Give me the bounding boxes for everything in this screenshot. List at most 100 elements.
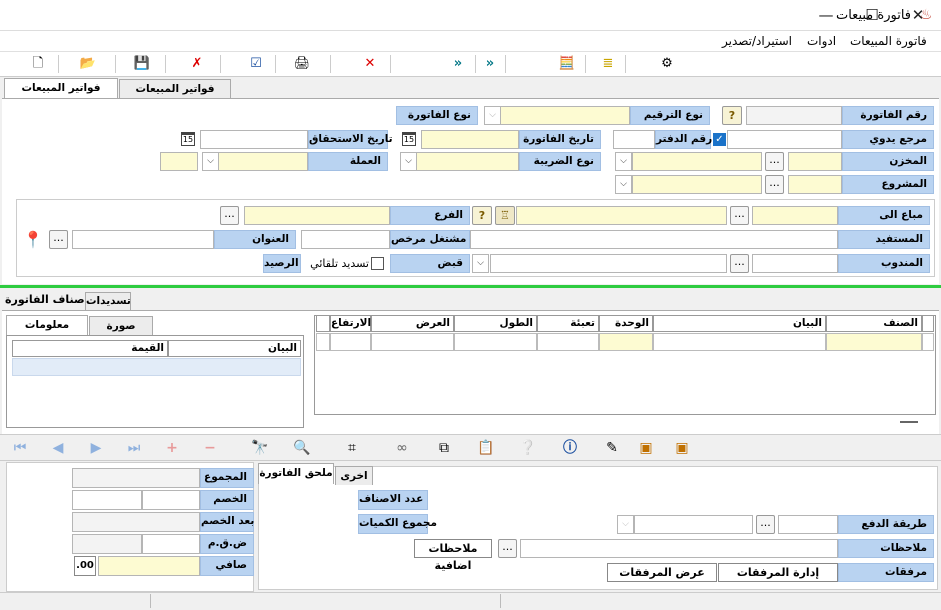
notes-field[interactable] — [520, 539, 838, 558]
sold-to-code-field[interactable] — [752, 206, 838, 225]
tab-invoice-items[interactable]: اصناف الفاتورة — [5, 293, 88, 306]
beneficiary-field[interactable] — [470, 230, 838, 249]
book-no-field[interactable] — [613, 130, 655, 149]
tab-invoice-attachment[interactable]: ملحق الفاتورة — [258, 463, 334, 484]
rep-dropdown-icon[interactable]: ⌵ — [472, 254, 489, 273]
approve-icon[interactable]: ☑ — [246, 54, 266, 74]
cell-unit-pack[interactable] — [537, 333, 599, 351]
side-row-selected[interactable] — [12, 358, 301, 376]
discount-percent-field[interactable] — [142, 490, 200, 510]
view-attachments-button[interactable]: عرض المرفقات — [607, 563, 717, 582]
cancel-icon[interactable]: ✕ — [360, 54, 380, 74]
tree-icon[interactable]: ⌗ — [342, 437, 362, 459]
licensed-operator-field[interactable] — [301, 230, 390, 249]
discount-amount-field[interactable] — [72, 490, 142, 510]
tab-new-invoices[interactable]: فواتير المبيعات الجديدة — [4, 78, 118, 112]
info-icon[interactable]: ⓘ — [560, 437, 580, 459]
manage-attachments-button[interactable]: إدارة المرفقات — [718, 563, 838, 582]
payment-method-name[interactable] — [634, 515, 753, 534]
close-button[interactable]: ✕ — [895, 0, 941, 31]
sold-to-lookup-button[interactable]: ... — [730, 206, 749, 225]
project-name-field[interactable] — [632, 175, 762, 194]
help-icon[interactable]: ? — [722, 106, 742, 125]
tax-type-dropdown-icon[interactable]: ⌵ — [400, 152, 417, 171]
customer-card-icon[interactable]: ♖ — [495, 206, 515, 225]
address-field[interactable] — [72, 230, 214, 249]
tab-payments[interactable]: تسديدات — [85, 292, 131, 310]
next-nav-icon[interactable]: ▶ — [86, 437, 106, 459]
payment-method-code[interactable] — [778, 515, 838, 534]
extra-notes-button[interactable]: ملاحظات اضافية — [414, 539, 492, 572]
address-lookup-button[interactable]: ... — [49, 230, 68, 249]
cell-item[interactable] — [826, 333, 922, 351]
delete-doc-icon[interactable]: ✗ — [187, 54, 207, 74]
tab-item-image[interactable]: صورة الصنف — [89, 316, 153, 350]
last-record-icon[interactable]: » — [448, 54, 468, 74]
save-icon[interactable]: 💾 — [132, 54, 152, 74]
cell-unit[interactable] — [599, 333, 653, 351]
tax-type-field[interactable] — [416, 152, 519, 171]
first-record-icon[interactable]: ⏮ — [10, 437, 30, 459]
rep-name-field[interactable] — [490, 254, 727, 273]
invoice-date-field[interactable] — [421, 130, 519, 149]
prev-record-icon[interactable]: ◀ — [48, 437, 68, 459]
menu-import-export[interactable]: استيراد/تصدير — [718, 31, 796, 51]
map-pin-icon[interactable]: 📍 — [22, 230, 44, 250]
row-indicator[interactable] — [922, 333, 934, 351]
link-icon[interactable]: ∞ — [392, 437, 412, 459]
last-nav-icon[interactable]: ⏭ — [124, 437, 144, 459]
customer-help-icon[interactable]: ? — [472, 206, 492, 225]
pen-icon[interactable]: ✎ — [602, 437, 622, 459]
notes-lookup-button[interactable]: ... — [498, 539, 517, 558]
payment-method-dropdown-icon[interactable]: ⌵ — [617, 515, 634, 534]
project-lookup-button[interactable]: ... — [765, 175, 784, 194]
paste-icon[interactable]: 📋 — [476, 437, 496, 459]
cell-gutter[interactable] — [316, 333, 330, 351]
branch-lookup-button[interactable]: ... — [220, 206, 239, 225]
settings-icon[interactable]: ⚙ — [657, 54, 677, 74]
numbering-type-field[interactable] — [500, 106, 630, 125]
store-lookup-button[interactable]: ... — [765, 152, 784, 171]
numbering-type-dropdown-icon[interactable]: ⌵ — [484, 106, 501, 125]
currency-field[interactable] — [218, 152, 308, 171]
maximize-button[interactable]: ☐ — [849, 0, 895, 31]
tab-quick-info[interactable]: معلومات سريعة — [6, 315, 88, 349]
query-icon[interactable]: ❔ — [518, 437, 538, 459]
manual-ref-field[interactable] — [727, 130, 842, 149]
vat-percent-field[interactable] — [142, 534, 200, 554]
copy-icon[interactable]: ⧉ — [434, 437, 454, 459]
binoculars-icon[interactable]: 🔭 — [250, 437, 270, 459]
calendar-icon[interactable]: 15 — [402, 132, 416, 146]
next-record-icon[interactable]: » — [480, 54, 500, 74]
store-code-field[interactable] — [788, 152, 842, 171]
auto-payment-checkbox[interactable] — [371, 257, 384, 270]
invoice-no-field[interactable] — [746, 106, 842, 125]
rep-code-field[interactable] — [752, 254, 838, 273]
grid-resize-handle[interactable] — [900, 421, 918, 423]
rep-lookup-button[interactable]: ... — [730, 254, 749, 273]
minimize-button[interactable]: — — [803, 0, 849, 31]
cell-description[interactable] — [653, 333, 826, 351]
due-date-field[interactable] — [200, 130, 308, 149]
payment-method-lookup[interactable]: ... — [756, 515, 775, 534]
cell-width[interactable] — [371, 333, 454, 351]
menu-tools[interactable]: ادوات — [803, 31, 840, 51]
tab-posted-invoices[interactable]: فواتير المبيعات المرحلة — [119, 79, 231, 113]
open-folder-icon[interactable]: 📂 — [78, 54, 98, 74]
remove-row-icon[interactable]: − — [200, 437, 220, 459]
report-alt-icon[interactable]: ▣ — [672, 437, 692, 459]
cell-length[interactable] — [454, 333, 537, 351]
notes-icon[interactable]: ≣ — [598, 54, 618, 74]
currency-dropdown-icon[interactable]: ⌵ — [202, 152, 219, 171]
report-icon[interactable]: ▣ — [636, 437, 656, 459]
due-calendar-icon[interactable]: 15 — [181, 132, 195, 146]
project-dropdown-icon[interactable]: ⌵ — [615, 175, 632, 194]
currency-rate-field[interactable] — [160, 152, 198, 171]
search-icon[interactable]: 🔍 — [292, 437, 312, 459]
store-dropdown-icon[interactable]: ⌵ — [615, 152, 632, 171]
tab-other[interactable]: اخرى — [335, 466, 373, 485]
add-row-icon[interactable]: + — [162, 437, 182, 459]
sold-to-name-field[interactable] — [516, 206, 727, 225]
cell-height[interactable] — [330, 333, 371, 351]
store-name-field[interactable] — [632, 152, 762, 171]
